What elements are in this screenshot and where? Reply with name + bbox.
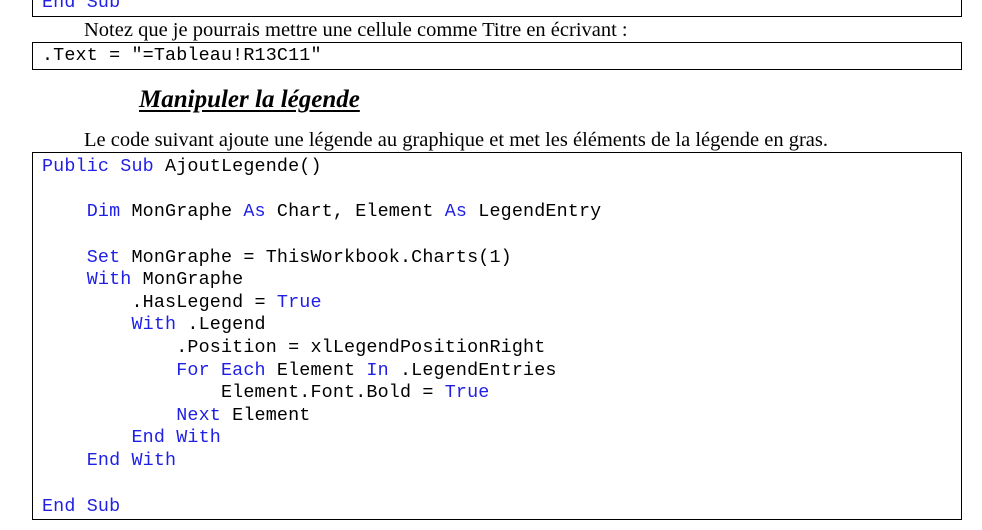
code-line: End Sub	[42, 496, 120, 518]
code-line: .HasLegend = True	[42, 292, 322, 314]
code-text: LegendEntry	[467, 201, 602, 222]
note-paragraph: Notez que je pourrais mettre une cellule…	[84, 19, 628, 41]
keyword: As	[444, 201, 468, 222]
code-line: Dim MonGraphe As Chart, Element As Legen…	[42, 201, 601, 223]
section-heading: Manipuler la légende	[139, 86, 360, 113]
code-text: AjoutLegende()	[153, 156, 322, 177]
code-line: Set MonGraphe = ThisWorkbook.Charts(1)	[42, 247, 512, 269]
code-line: With MonGraphe	[42, 269, 243, 291]
end-sub-text: End Sub	[42, 0, 121, 13]
intro-paragraph: Le code suivant ajoute une légende au gr…	[84, 129, 828, 151]
code-text: .HasLegend =	[131, 292, 277, 313]
top-code-box: End Sub	[32, 0, 962, 17]
keyword: Next	[176, 405, 221, 426]
keyword: With	[86, 269, 132, 290]
keyword: For Each	[176, 360, 266, 381]
code-line: Next Element	[42, 405, 310, 427]
keyword: True	[276, 292, 322, 313]
keyword: End With	[131, 427, 221, 448]
code-line: With .Legend	[42, 314, 266, 336]
code-text: Chart, Element	[265, 201, 445, 222]
keyword: True	[444, 382, 490, 403]
code-text: .Position = xlLegendPositionRight	[176, 337, 546, 358]
text-assignment-code: .Text = "=Tableau!R13C11"	[42, 45, 322, 66]
keyword: Dim	[86, 201, 121, 222]
keyword: In	[366, 360, 389, 381]
code-text: MonGraphe = ThisWorkbook.Charts(1)	[120, 247, 512, 268]
keyword: Set	[86, 247, 121, 268]
text-code-box: .Text = "=Tableau!R13C11"	[32, 42, 962, 70]
code-line: Public Sub AjoutLegende()	[42, 156, 322, 178]
keyword: End With	[86, 450, 177, 471]
code-line: End With	[42, 427, 221, 449]
code-line: .Position = xlLegendPositionRight	[42, 337, 545, 359]
code-block: Public Sub AjoutLegende() Dim MonGraphe …	[32, 152, 962, 520]
code-text: .Legend	[176, 314, 266, 335]
keyword: As	[243, 201, 266, 222]
code-line: Element.Font.Bold = True	[42, 382, 489, 404]
keyword: Public Sub	[42, 156, 154, 177]
code-text: Element	[220, 405, 311, 426]
code-text: MonGraphe	[120, 201, 244, 222]
code-text: .LegendEntries	[388, 360, 557, 381]
code-line: End With	[42, 450, 176, 472]
keyword: End Sub	[42, 496, 121, 517]
keyword: With	[131, 314, 177, 335]
code-line: For Each Element In .LegendEntries	[42, 360, 557, 382]
code-text: Element	[265, 360, 367, 381]
code-text: MonGraphe	[131, 269, 244, 290]
code-text: Element.Font.Bold =	[220, 382, 445, 403]
